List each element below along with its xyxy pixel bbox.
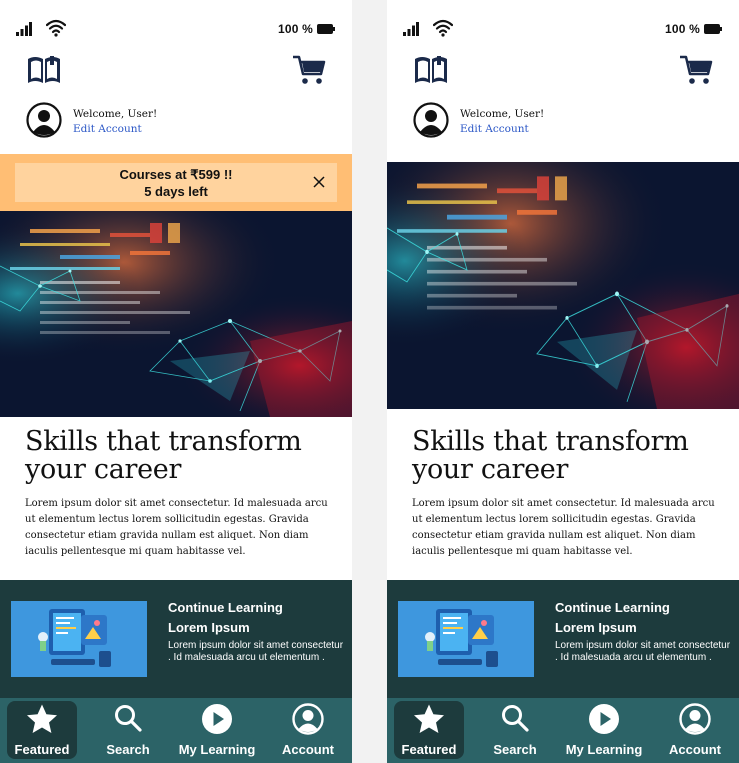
battery-percentage: 100 %	[278, 22, 314, 36]
nav-featured[interactable]: Featured	[7, 701, 77, 759]
nav-featured[interactable]: Featured	[394, 701, 464, 759]
nav-search[interactable]: Search	[90, 701, 166, 759]
headline-line-2: your career	[25, 454, 182, 485]
profile-row: Welcome, User! Edit Account	[0, 100, 352, 142]
profile-row: Welcome, User! Edit Account	[387, 100, 739, 142]
nav-search-label: Search	[106, 742, 150, 757]
star-icon	[414, 704, 444, 733]
nav-search[interactable]: Search	[477, 701, 553, 759]
battery-percentage: 100 %	[665, 22, 701, 36]
nav-featured-label: Featured	[401, 742, 457, 757]
search-icon	[502, 705, 529, 732]
headline: Skills that transform your career	[412, 428, 722, 484]
wifi-icon	[433, 19, 453, 37]
account-icon	[292, 703, 324, 735]
account-icon	[679, 703, 711, 735]
course-description: Lorem ipsum dolor sit amet consectetur .…	[555, 640, 731, 663]
play-icon	[589, 704, 619, 734]
headline-line-2: your career	[412, 454, 569, 485]
wifi-icon	[46, 19, 66, 37]
nav-account-label: Account	[282, 742, 334, 757]
battery-icon	[317, 24, 335, 34]
course-description: Lorem ipsum dolor sit amet consectetur .…	[168, 640, 344, 663]
top-bar	[0, 52, 352, 92]
headline-line-1: Skills that transform	[412, 426, 689, 457]
promo-message: Courses at ₹599 !! 5 days left	[15, 166, 337, 200]
course-title: Lorem Ipsum	[555, 620, 637, 635]
edit-account-link[interactable]: Edit Account	[73, 123, 142, 135]
hero-image	[387, 162, 739, 409]
welcome-text: Welcome, User!	[73, 108, 158, 120]
continue-learning-card[interactable]: Continue Learning Lorem Ipsum Lorem ipsu…	[0, 580, 352, 698]
continue-learning-title: Continue Learning	[555, 600, 670, 615]
status-bar: 100 %	[387, 0, 739, 60]
course-thumbnail	[11, 601, 147, 677]
nav-account[interactable]: Account	[657, 701, 733, 759]
book-icon[interactable]	[26, 54, 62, 86]
promo-line-1: Courses at ₹599 !!	[119, 167, 233, 182]
bottom-nav: Featured Search My Learning Account	[387, 698, 739, 763]
headline-line-1: Skills that transform	[25, 426, 302, 457]
continue-learning-title: Continue Learning	[168, 600, 283, 615]
book-icon[interactable]	[413, 54, 449, 86]
user-circle-icon[interactable]	[413, 102, 449, 138]
code-network-illustration	[387, 162, 739, 409]
nav-my-learning-label: My Learning	[565, 742, 643, 757]
phone-screen-without-promo: 100 % Welcome, User! Edit Account Skills…	[387, 0, 739, 763]
continue-learning-card[interactable]: Continue Learning Lorem Ipsum Lorem ipsu…	[387, 580, 739, 698]
course-title: Lorem Ipsum	[168, 620, 250, 635]
promo-card: Courses at ₹599 !! 5 days left	[15, 163, 337, 202]
status-bar: 100 %	[0, 0, 352, 60]
hero-description: Lorem ipsum dolor sit amet consectetur. …	[25, 498, 328, 557]
code-network-illustration	[0, 211, 352, 417]
nav-account[interactable]: Account	[270, 701, 346, 759]
nav-my-learning-label: My Learning	[178, 742, 256, 757]
hero-description: Lorem ipsum dolor sit amet consectetur. …	[412, 498, 715, 557]
course-thumbnail	[398, 601, 534, 677]
close-icon[interactable]	[313, 176, 325, 188]
play-icon	[202, 704, 232, 734]
edit-account-link[interactable]: Edit Account	[460, 123, 529, 135]
signal-icon	[403, 22, 419, 36]
nav-featured-label: Featured	[14, 742, 70, 757]
welcome-text: Welcome, User!	[460, 108, 545, 120]
headline: Skills that transform your career	[25, 428, 335, 484]
nav-account-label: Account	[669, 742, 721, 757]
search-icon	[115, 705, 142, 732]
signal-icon	[16, 22, 32, 36]
cart-icon[interactable]	[292, 54, 326, 86]
hero-image	[0, 211, 352, 417]
star-icon	[27, 704, 57, 733]
nav-my-learning[interactable]: My Learning	[557, 701, 651, 759]
promo-banner: Courses at ₹599 !! 5 days left	[0, 154, 352, 211]
bottom-nav: Featured Search My Learning Account	[0, 698, 352, 763]
user-circle-icon[interactable]	[26, 102, 62, 138]
top-bar	[387, 52, 739, 92]
cart-icon[interactable]	[679, 54, 713, 86]
nav-search-label: Search	[493, 742, 537, 757]
phone-screen-with-promo: 100 % Welcome, User! Edit Account Course…	[0, 0, 352, 763]
nav-my-learning[interactable]: My Learning	[170, 701, 264, 759]
battery-icon	[704, 24, 722, 34]
promo-line-2: 5 days left	[144, 184, 208, 199]
